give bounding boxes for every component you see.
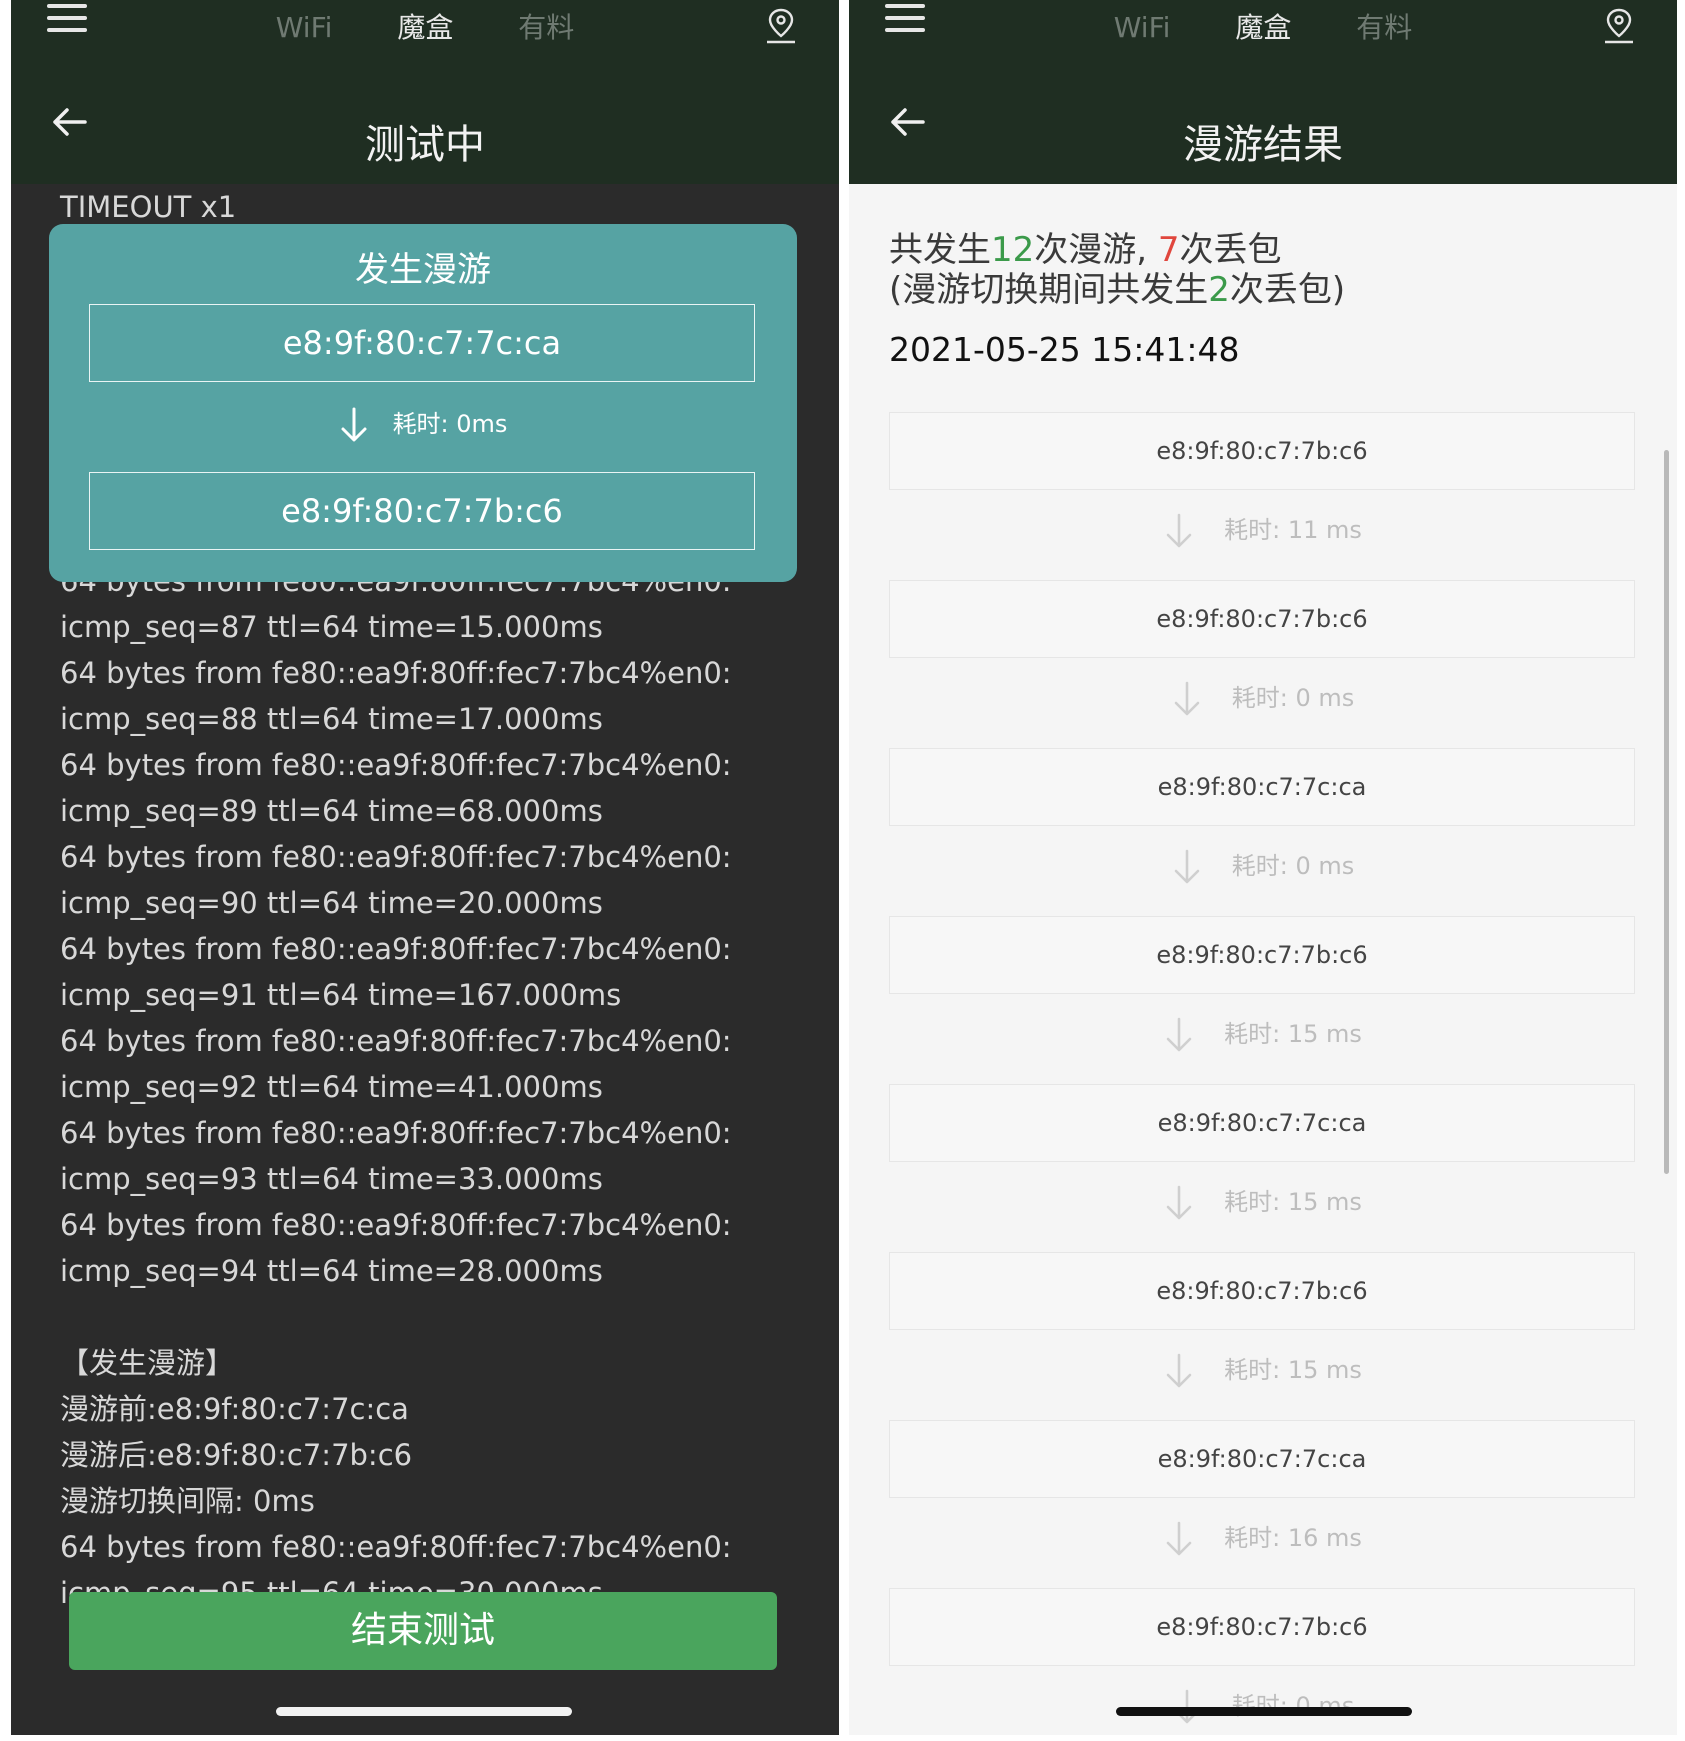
roam-entry-gap: 耗时: 16 ms: [849, 1518, 1677, 1562]
popup-elapsed: 耗时: 0ms: [392, 410, 508, 438]
log-line: 64 bytes from fe80::ea9f:80ff:fec7:7bc4%…: [60, 932, 732, 966]
roam-entry-elapsed: 耗时: 15 ms: [1224, 1020, 1362, 1048]
log-line: 64 bytes from fe80::ea9f:80ff:fec7:7bc4%…: [60, 1116, 732, 1150]
popup-elapsed-row: 耗时: 0ms: [49, 404, 797, 448]
roam-count: 12: [991, 230, 1035, 270]
roam-entry-mac: e8:9f:80:c7:7b:c6: [889, 580, 1635, 658]
arrow-down-icon: [1166, 1353, 1192, 1388]
timeout-label: TIMEOUT x1: [60, 190, 237, 224]
summary-line-1: 共发生12次漫游, 7次丢包: [889, 230, 1282, 270]
roam-summary: 共发生12次漫游, 7次丢包 (漫游切换期间共发生2次丢包): [889, 230, 1345, 310]
tab-mohe[interactable]: 魔盒: [397, 6, 453, 46]
page-title: 漫游结果: [1183, 122, 1343, 168]
popup-to-mac: e8:9f:80:c7:7b:c6: [89, 472, 755, 550]
log-line: 64 bytes from fe80::ea9f:80ff:fec7:7bc4%…: [60, 1024, 732, 1058]
arrow-down-icon: [1174, 681, 1200, 716]
header: 测试中: [11, 56, 839, 184]
log-line: icmp_seq=89 ttl=64 time=68.000ms: [60, 794, 603, 828]
arrow-down-icon: [1166, 1521, 1192, 1556]
page-title: 测试中: [365, 122, 485, 168]
header: 漫游结果: [849, 56, 1677, 184]
log-line: 64 bytes from fe80::ea9f:80ff:fec7:7bc4%…: [60, 1530, 732, 1564]
top-bar: WiFi 魔盒 有料: [11, 0, 839, 56]
summary-line-2: (漫游切换期间共发生2次丢包): [889, 270, 1346, 310]
roam-entry-mac: e8:9f:80:c7:7c:ca: [889, 748, 1635, 826]
roam-entry-mac: e8:9f:80:c7:7c:ca: [889, 1084, 1635, 1162]
log-line: icmp_seq=92 ttl=64 time=41.000ms: [60, 1070, 603, 1104]
roam-entry-gap: 耗时: 15 ms: [849, 1014, 1677, 1058]
roam-entry-elapsed: 耗时: 15 ms: [1224, 1188, 1362, 1216]
top-tabs: WiFi 魔盒 有料: [849, 6, 1677, 46]
roam-entry-gap: 耗时: 15 ms: [849, 1350, 1677, 1394]
log-line: 64 bytes from fe80::ea9f:80ff:fec7:7bc4%…: [60, 656, 732, 690]
log-line: 漫游后:e8:9f:80:c7:7b:c6: [60, 1438, 413, 1472]
popup-title: 发生漫游: [355, 250, 491, 290]
switch-loss-count: 2: [1208, 270, 1230, 310]
log-line: icmp_seq=88 ttl=64 time=17.000ms: [60, 702, 603, 736]
roam-entry-elapsed: 耗时: 11 ms: [1224, 516, 1362, 544]
roam-entry-mac: e8:9f:80:c7:7b:c6: [889, 1252, 1635, 1330]
log-line: 64 bytes from fe80::ea9f:80ff:fec7:7bc4%…: [60, 748, 732, 782]
scrollbar[interactable]: [1664, 450, 1669, 1174]
right-screen: WiFi 魔盒 有料 漫游结果 共发生12次漫游, 7次丢包 (漫游切换期间共发…: [849, 0, 1677, 1735]
log-line: 64 bytes from fe80::ea9f:80ff:fec7:7bc4%…: [60, 1208, 732, 1242]
log-line: icmp_seq=93 ttl=64 time=33.000ms: [60, 1162, 603, 1196]
roam-entry-gap: 耗时: 0 ms: [849, 678, 1677, 722]
home-indicator: [1116, 1707, 1412, 1716]
log-line: icmp_seq=87 ttl=64 time=15.000ms: [60, 610, 603, 644]
tab-youliao[interactable]: 有料: [518, 6, 574, 46]
tab-mohe[interactable]: 魔盒: [1235, 6, 1291, 46]
log-line: icmp_seq=90 ttl=64 time=20.000ms: [60, 886, 603, 920]
top-bar: WiFi 魔盒 有料: [849, 0, 1677, 56]
location-icon[interactable]: [761, 6, 801, 46]
roam-entry-mac: e8:9f:80:c7:7b:c6: [889, 1588, 1635, 1666]
roam-entry-mac: e8:9f:80:c7:7b:c6: [889, 412, 1635, 490]
log-line: 漫游前:e8:9f:80:c7:7c:ca: [60, 1392, 409, 1426]
roam-entry-gap: 耗时: 0 ms: [849, 846, 1677, 890]
roam-entry-gap: 耗时: 15 ms: [849, 1182, 1677, 1226]
tab-youliao[interactable]: 有料: [1356, 6, 1412, 46]
arrow-down-icon: [341, 407, 367, 442]
tab-wifi[interactable]: WiFi: [276, 11, 333, 44]
arrow-down-icon: [1174, 849, 1200, 884]
log-line: 64 bytes from fe80::ea9f:80ff:fec7:7bc4%…: [60, 840, 732, 874]
log-line: 漫游切换间隔: 0ms: [60, 1484, 315, 1518]
roam-entry-gap: 耗时: 11 ms: [849, 510, 1677, 554]
log-line: 【发生漫游】: [60, 1346, 235, 1380]
arrow-down-icon: [1166, 1017, 1192, 1052]
popup-from-mac: e8:9f:80:c7:7c:ca: [89, 304, 755, 382]
loss-count: 7: [1157, 230, 1180, 270]
end-test-button[interactable]: 结束测试: [69, 1592, 777, 1670]
roam-entry-mac: e8:9f:80:c7:7b:c6: [889, 916, 1635, 994]
roam-entry-mac: e8:9f:80:c7:7c:ca: [889, 1420, 1635, 1498]
result-timestamp: 2021-05-25 15:41:48: [889, 330, 1240, 369]
location-icon[interactable]: [1599, 6, 1639, 46]
left-screen: WiFi 魔盒 有料 测试中 TIMEOUT x1 icmp_seq=86 tt…: [11, 0, 839, 1735]
log-line: icmp_seq=91 ttl=64 time=167.000ms: [60, 978, 622, 1012]
arrow-down-icon: [1166, 1185, 1192, 1220]
top-tabs: WiFi 魔盒 有料: [11, 6, 839, 46]
arrow-down-icon: [1166, 513, 1192, 548]
tab-wifi[interactable]: WiFi: [1114, 11, 1171, 44]
ping-log: icmp_seq=86 ttl=64 time=5.000ms64 bytes …: [60, 512, 819, 1616]
roam-entry-elapsed: 耗时: 15 ms: [1224, 1356, 1362, 1384]
home-indicator: [276, 1707, 572, 1716]
roam-entry-elapsed: 耗时: 0 ms: [1231, 852, 1355, 880]
roam-entry-elapsed: 耗时: 16 ms: [1224, 1524, 1362, 1552]
log-line: icmp_seq=94 ttl=64 time=28.000ms: [60, 1254, 603, 1288]
roam-popup: 发生漫游 e8:9f:80:c7:7c:ca 耗时: 0ms e8:9f:80:…: [49, 224, 797, 582]
roam-entry-elapsed: 耗时: 0 ms: [1231, 684, 1355, 712]
